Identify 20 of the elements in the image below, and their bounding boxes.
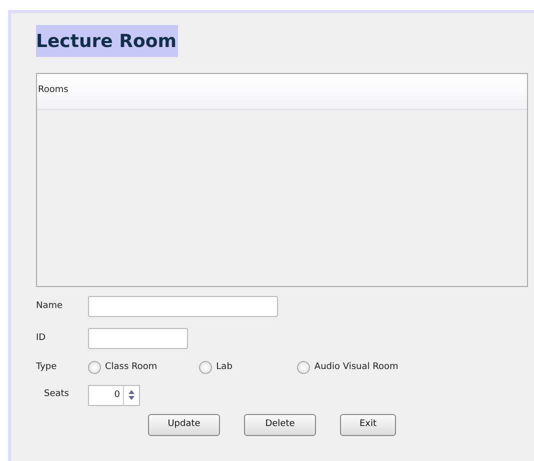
seats-value: 0 xyxy=(113,388,121,402)
field-label: ID xyxy=(36,332,47,345)
spin-arrows-icon[interactable] xyxy=(128,389,135,401)
text-field[interactable] xyxy=(88,328,188,349)
radio-label: Audio Visual Room xyxy=(314,361,398,374)
radio-button[interactable] xyxy=(297,361,310,374)
field-label: Seats xyxy=(43,388,70,402)
action-button[interactable]: Update xyxy=(148,414,220,436)
field-label: Type xyxy=(36,361,58,374)
action-button[interactable]: Exit xyxy=(340,414,396,436)
column-header[interactable]: Rooms xyxy=(38,84,68,101)
radio-button[interactable] xyxy=(88,361,101,374)
radio-label: Lab xyxy=(216,361,232,374)
radio-label: Class Room xyxy=(105,361,158,374)
radio-button[interactable] xyxy=(199,361,212,374)
text-field[interactable] xyxy=(88,296,278,317)
field-label: Name xyxy=(36,300,64,313)
window-title: Lecture Room xyxy=(36,25,178,57)
action-button[interactable]: Delete xyxy=(244,414,316,436)
seats-spinner[interactable]: 0 xyxy=(88,384,140,406)
